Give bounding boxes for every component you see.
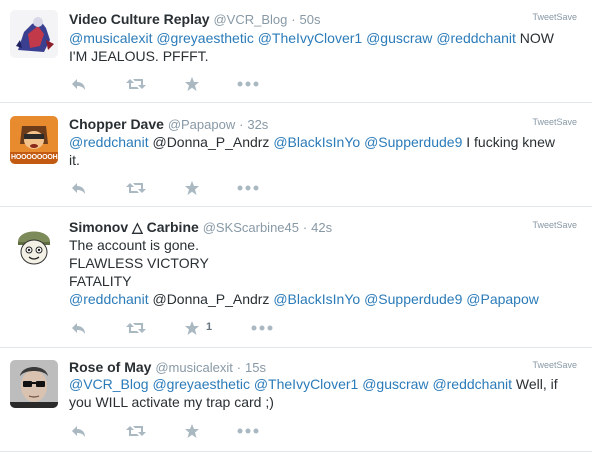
tweet-text-segment: @Donna_P_Andrz	[148, 291, 274, 307]
mention-link[interactable]: @TheIvyClover1	[258, 30, 362, 46]
tweet[interactable]: Simonov △ Carbine @SKScarbine45 · 42s Tw…	[0, 207, 592, 348]
retweet-icon[interactable]	[126, 180, 146, 196]
tweet-feed: Video Culture Replay @VCR_Blog · 50s Twe…	[0, 0, 592, 462]
mention-link[interactable]: @musicalexit	[69, 30, 152, 46]
retweet-icon[interactable]	[126, 423, 146, 439]
tweet[interactable]: Video Culture Replay @VCR_Blog · 50s Twe…	[0, 0, 592, 103]
user-name[interactable]: Video Culture Replay	[69, 11, 210, 27]
source-label: TweetSave	[532, 117, 577, 127]
more-options-icon[interactable]	[237, 76, 259, 92]
source-label: TweetSave	[532, 220, 577, 230]
mention-link[interactable]: @TheIvyClover1	[254, 376, 358, 392]
mention-link[interactable]: @VCR_Blog	[69, 376, 149, 392]
separator-dot: ·	[239, 117, 244, 132]
source-label: TweetSave	[532, 360, 577, 370]
more-options-icon[interactable]	[237, 180, 259, 196]
user-name[interactable]: Rose of May	[69, 359, 151, 375]
mention-link[interactable]: @greyaesthetic	[156, 30, 253, 46]
mention-link[interactable]: @BlackIsInYo	[273, 134, 360, 150]
retweet-icon[interactable]	[126, 76, 146, 92]
retweet-icon[interactable]	[126, 320, 146, 336]
tweet-text: The account is gone. FLAWLESS VICTORY FA…	[69, 236, 576, 308]
tweet-header: Simonov △ Carbine @SKScarbine45 · 42s	[69, 218, 332, 236]
avatar[interactable]	[10, 10, 58, 58]
tweet-text: @reddchanit @Donna_P_Andrz @BlackIsInYo …	[69, 133, 576, 169]
separator-dot: ·	[302, 220, 308, 235]
reply-icon[interactable]	[71, 76, 87, 92]
reply-icon[interactable]	[71, 423, 87, 439]
separator-dot: ·	[236, 360, 242, 375]
mention-link[interactable]: @Supperdude9	[364, 134, 462, 150]
more-options-icon[interactable]	[237, 423, 259, 439]
user-handle[interactable]: @Papapow	[168, 117, 235, 132]
mention-link[interactable]: @Supperdude9	[364, 291, 462, 307]
mention-link[interactable]: @greyaesthetic	[152, 376, 249, 392]
tweet-header: Rose of May @musicalexit · 15s	[69, 358, 266, 376]
tweet-header: Video Culture Replay @VCR_Blog · 50s	[69, 10, 320, 28]
avatar-caption: HOOOOOOOH	[11, 154, 58, 161]
mention-link[interactable]: @BlackIsInYo	[273, 291, 360, 307]
tweet-text-segment: @Donna_P_Andrz	[148, 134, 274, 150]
mention-link[interactable]: @reddchanit	[69, 291, 149, 307]
user-handle[interactable]: @musicalexit	[155, 360, 233, 375]
reply-icon[interactable]	[71, 180, 87, 196]
timestamp[interactable]: 15s	[245, 360, 266, 375]
timestamp[interactable]: 42s	[311, 220, 332, 235]
favorite-icon[interactable]: 1	[184, 320, 212, 336]
favorite-count: 1	[206, 321, 213, 333]
avatar[interactable]: HOOOOOOOH	[10, 116, 58, 164]
avatar[interactable]	[10, 360, 58, 408]
tweet[interactable]: Rose of May @musicalexit · 15s TweetSave…	[0, 348, 592, 452]
avatar[interactable]	[10, 220, 58, 268]
favorite-icon[interactable]	[184, 76, 200, 92]
reply-icon[interactable]	[71, 320, 87, 336]
mention-link[interactable]: @reddchanit	[432, 376, 512, 392]
user-name[interactable]: Chopper Dave	[69, 116, 164, 132]
tweet-text-segment: The account is gone. FLAWLESS VICTORY FA…	[69, 237, 209, 289]
user-name[interactable]: Simonov △ Carbine	[69, 219, 199, 235]
timestamp[interactable]: 32s	[247, 117, 268, 132]
user-handle[interactable]: @VCR_Blog	[213, 12, 287, 27]
mention-link[interactable]: @guscraw	[362, 376, 428, 392]
source-label: TweetSave	[532, 12, 577, 22]
separator-dot: ·	[291, 12, 296, 27]
favorite-icon[interactable]	[184, 423, 200, 439]
mention-link[interactable]: @guscraw	[366, 30, 432, 46]
tweet[interactable]: HOOOOOOOH Chopper Dave @Papapow · 32s Tw…	[0, 103, 592, 207]
more-options-icon[interactable]	[251, 320, 273, 336]
user-handle[interactable]: @SKScarbine45	[203, 220, 299, 235]
mention-link[interactable]: @Papapow	[466, 291, 539, 307]
tweet-text: @VCR_Blog @greyaesthetic @TheIvyClover1 …	[69, 375, 576, 411]
timestamp[interactable]: 50s	[299, 12, 320, 27]
tweet-header: Chopper Dave @Papapow · 32s	[69, 115, 268, 133]
favorite-icon[interactable]	[184, 180, 200, 196]
tweet-text: @musicalexit @greyaesthetic @TheIvyClove…	[69, 29, 576, 65]
mention-link[interactable]: @reddchanit	[69, 134, 149, 150]
mention-link[interactable]: @reddchanit	[436, 30, 516, 46]
